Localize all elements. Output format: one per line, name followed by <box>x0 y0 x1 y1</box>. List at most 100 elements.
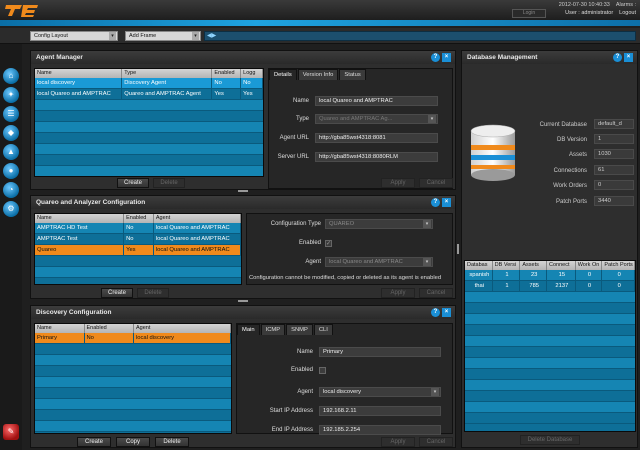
discovery-table[interactable]: Name Enabled Agent Primary No local disc… <box>34 323 232 434</box>
table-row[interactable]: AMPTRAC HD Test No local Quareo and AMPT… <box>35 223 241 234</box>
col-assets[interactable]: Assets <box>520 261 548 270</box>
cancel-quareo-button[interactable]: Cancel <box>419 288 453 298</box>
col-name[interactable]: Name <box>35 324 85 333</box>
close-icon[interactable]: × <box>442 53 451 62</box>
col-logg[interactable]: Logg <box>241 69 263 78</box>
table-row[interactable]: AMPTRAC Test No local Quareo and AMPTRAC <box>35 234 241 245</box>
enabled-checkbox[interactable] <box>319 367 326 374</box>
table-row <box>35 122 263 133</box>
agent-label: Agent <box>305 259 321 265</box>
home-icon[interactable]: ⌂ <box>3 68 19 84</box>
compass-icon[interactable]: ✦ <box>3 87 19 103</box>
splitter-handle[interactable] <box>238 190 248 192</box>
copy-discovery-button[interactable]: Copy <box>116 437 150 447</box>
help-icon[interactable]: ? <box>431 53 440 62</box>
chart-icon[interactable]: ◔ <box>3 182 19 198</box>
help-icon[interactable]: ? <box>431 308 440 317</box>
database-table[interactable]: Databas DB Versi Assets Connect Work On … <box>464 260 636 432</box>
delete-agent-button[interactable]: Delete <box>153 178 185 188</box>
table-row-selected[interactable]: Quareo Yes local Quareo and AMPTRAC <box>35 245 241 256</box>
col-agent[interactable]: Agent <box>154 214 241 223</box>
create-agent-button[interactable]: Create <box>117 178 149 188</box>
col-agent[interactable]: Agent <box>134 324 231 333</box>
table-row[interactable]: spanish 1 23 15 0 0 <box>465 270 635 281</box>
close-icon[interactable]: × <box>442 308 451 317</box>
col-enabled[interactable]: Enabled <box>85 324 134 333</box>
table-row[interactable]: thai 1 785 2137 0 0 <box>465 281 635 292</box>
help-icon[interactable]: ? <box>613 53 622 62</box>
discovery-config-panel: Discovery Configuration ? × Name Enabled … <box>30 305 456 448</box>
agent-type-value: Quareo and AMPTRAC Ag... <box>319 116 393 122</box>
tab-snmp[interactable]: SNMP <box>286 324 313 335</box>
add-frame-select[interactable]: Add Frame ▾ <box>125 31 201 41</box>
settings-icon[interactable]: ⚙ <box>3 201 19 217</box>
col-patch-ports[interactable]: Patch Ports <box>602 261 635 270</box>
delete-quareo-button[interactable]: Delete <box>137 288 169 298</box>
table-row[interactable]: local discovery Discovery Agent No No <box>35 78 263 89</box>
vertical-splitter-handle[interactable] <box>457 244 459 254</box>
enabled-checkbox: ✓ <box>325 240 332 247</box>
discovery-name-field[interactable]: Primary <box>319 347 441 357</box>
agent-url-field[interactable]: http://gba85wst4318:8081 <box>315 133 438 143</box>
tab-status[interactable]: Status <box>339 69 366 80</box>
alarms-label[interactable]: Alarms : <box>616 2 636 8</box>
login-button[interactable]: Login <box>512 9 546 18</box>
cancel-discovery-button[interactable]: Cancel <box>419 437 453 447</box>
cell: No <box>241 78 263 88</box>
discovery-agent-select[interactable]: local discovery ▾ <box>319 387 441 397</box>
cell: AMPTRAC Test <box>35 234 125 244</box>
apply-discovery-button[interactable]: Apply <box>381 437 415 447</box>
col-enabled[interactable]: Enabled <box>124 214 154 223</box>
splitter-handle[interactable] <box>238 300 248 302</box>
cancel-agent-button[interactable]: Cancel <box>419 178 453 188</box>
edit-icon[interactable]: ✎ <box>3 424 19 440</box>
logout-link[interactable]: Logout <box>619 10 636 16</box>
col-enabled[interactable]: Enabled <box>212 69 242 78</box>
delete-discovery-button[interactable]: Delete <box>155 437 189 447</box>
col-db-version[interactable]: DB Versi <box>493 261 521 270</box>
apply-agent-button[interactable]: Apply <box>381 178 415 188</box>
current-db-value: default_d <box>594 119 634 129</box>
col-name[interactable]: Name <box>35 69 123 78</box>
delete-database-button[interactable]: Delete Database <box>520 435 580 445</box>
col-work-orders[interactable]: Work On <box>576 261 603 270</box>
col-database[interactable]: Databas <box>465 261 493 270</box>
col-name[interactable]: Name <box>35 214 125 223</box>
nav-arrows-icon[interactable]: ◀▶ <box>207 32 216 40</box>
chevron-down-icon: ▾ <box>431 388 439 396</box>
layers-icon[interactable]: ◆ <box>3 125 19 141</box>
apply-quareo-button[interactable]: Apply <box>381 288 415 298</box>
tab-details[interactable]: Details <box>269 69 297 80</box>
table-row-selected[interactable]: Primary No local discovery <box>35 333 231 344</box>
server-url-field[interactable]: http://gba85wst4318:8080RLM <box>315 152 438 162</box>
cell: local Quareo and AMPTRAC <box>154 234 241 244</box>
quareo-table[interactable]: Name Enabled Agent AMPTRAC HD Test No lo… <box>34 213 242 285</box>
col-type[interactable]: Type <box>122 69 213 78</box>
help-icon[interactable]: ? <box>431 198 440 207</box>
tag-icon[interactable]: ▲ <box>3 144 19 160</box>
close-icon[interactable]: × <box>442 198 451 207</box>
cell: No <box>85 333 134 343</box>
user-icon[interactable]: ● <box>3 163 19 179</box>
type-label: Type <box>295 116 309 122</box>
start-ip-field[interactable]: 192.168.2.11 <box>319 406 441 416</box>
tab-icmp[interactable]: ICMP <box>260 324 286 335</box>
cell: 0 <box>576 281 603 291</box>
tab-main[interactable]: Main <box>237 324 260 335</box>
config-layout-select[interactable]: Config Layout ▾ <box>30 31 118 41</box>
frame-navigator[interactable]: ◀▶ <box>204 31 636 41</box>
table-row[interactable]: local Quareo and AMPTRAC Quareo and AMPT… <box>35 89 263 100</box>
create-discovery-button[interactable]: Create <box>77 437 111 447</box>
table-row <box>465 347 635 358</box>
agent-name-field[interactable]: local Quareo and AMPTRAC <box>315 96 438 106</box>
agent-table[interactable]: Name Type Enabled Logg local discovery D… <box>34 68 264 177</box>
create-quareo-button[interactable]: Create <box>101 288 133 298</box>
start-ip-label: Start IP Address <box>269 408 313 414</box>
chat-icon[interactable]: ☰ <box>3 106 19 122</box>
tab-version-info[interactable]: Version Info <box>297 69 339 80</box>
cell: 2137 <box>547 281 576 291</box>
col-connections[interactable]: Connect <box>547 261 576 270</box>
close-icon[interactable]: × <box>624 53 633 62</box>
end-ip-field[interactable]: 192.185.2.254 <box>319 425 441 435</box>
tab-cli[interactable]: CLI <box>313 324 333 335</box>
